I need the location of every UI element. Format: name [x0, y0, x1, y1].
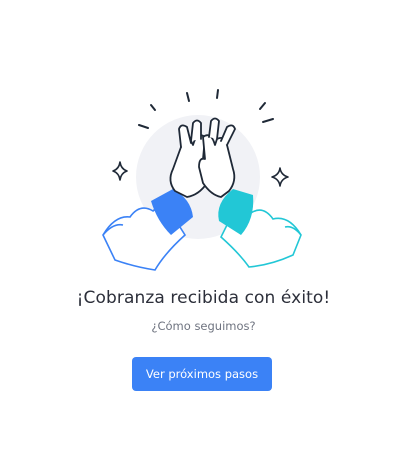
right-arm	[218, 189, 302, 268]
page-title: ¡Cobranza recibida con éxito!	[76, 288, 331, 308]
left-sparkle-icon	[112, 161, 128, 181]
right-sparkle-icon	[271, 167, 289, 187]
page-subtitle: ¿Cómo seguimos?	[151, 319, 256, 333]
success-card: ¡Cobranza recibida con éxito! ¿Cómo segu…	[0, 0, 407, 472]
next-steps-button[interactable]: Ver próximos pasos	[132, 357, 272, 391]
high-five-illustration	[102, 89, 302, 271]
